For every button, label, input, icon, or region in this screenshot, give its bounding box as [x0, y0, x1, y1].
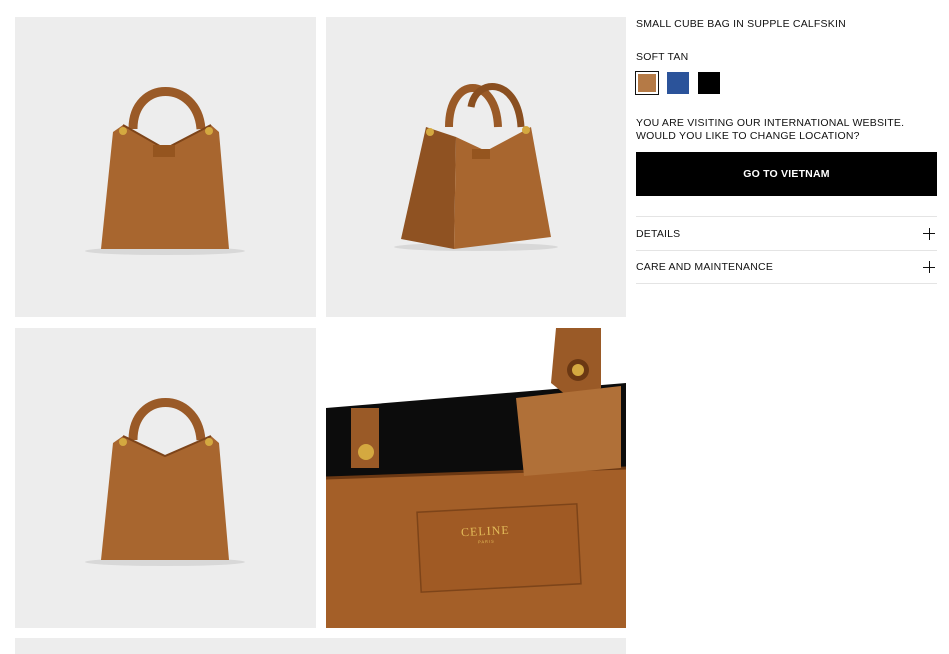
location-notice-line2: WOULD YOU LIKE TO CHANGE LOCATION? — [636, 130, 860, 142]
accordion-care-and-maintenance[interactable]: CARE AND MAINTENANCE — [636, 250, 937, 284]
plus-icon — [923, 261, 935, 273]
plus-icon — [923, 227, 935, 240]
selected-color-name: SOFT TAN — [636, 51, 689, 63]
accordion-details-label: DETAILS — [636, 227, 681, 240]
swatch-black[interactable] — [698, 72, 720, 94]
bag-detail-illustration — [326, 328, 626, 628]
location-notice-line1: YOU ARE VISITING OUR INTERNATIONAL WEBSI… — [636, 117, 905, 129]
product-image-angle[interactable] — [326, 17, 626, 317]
celine-label-city: PARIS — [477, 538, 495, 545]
accordion-care-label: CARE AND MAINTENANCE — [636, 261, 774, 273]
celine-label-brand: CELINE — [460, 522, 510, 540]
bag-front-illustration — [85, 87, 245, 255]
product-image-next[interactable] — [15, 638, 626, 654]
product-title: SMALL CUBE BAG IN SUPPLE CALFSKIN — [636, 18, 846, 30]
swatch-blue[interactable] — [667, 72, 689, 94]
go-to-vietnam-button[interactable]: GO TO VIETNAM — [636, 152, 937, 196]
location-notice: YOU ARE VISITING OUR INTERNATIONAL WEBSI… — [636, 117, 904, 143]
color-swatches — [635, 71, 720, 95]
product-image-back[interactable] — [15, 328, 316, 628]
bag-angle-illustration — [394, 83, 558, 251]
product-image-detail[interactable]: CELINE PARIS — [326, 328, 626, 628]
accordion-details[interactable]: DETAILS — [636, 216, 937, 250]
product-image-front[interactable] — [15, 17, 316, 317]
swatch-soft-tan[interactable] — [635, 71, 659, 95]
bag-back-illustration — [85, 398, 245, 566]
